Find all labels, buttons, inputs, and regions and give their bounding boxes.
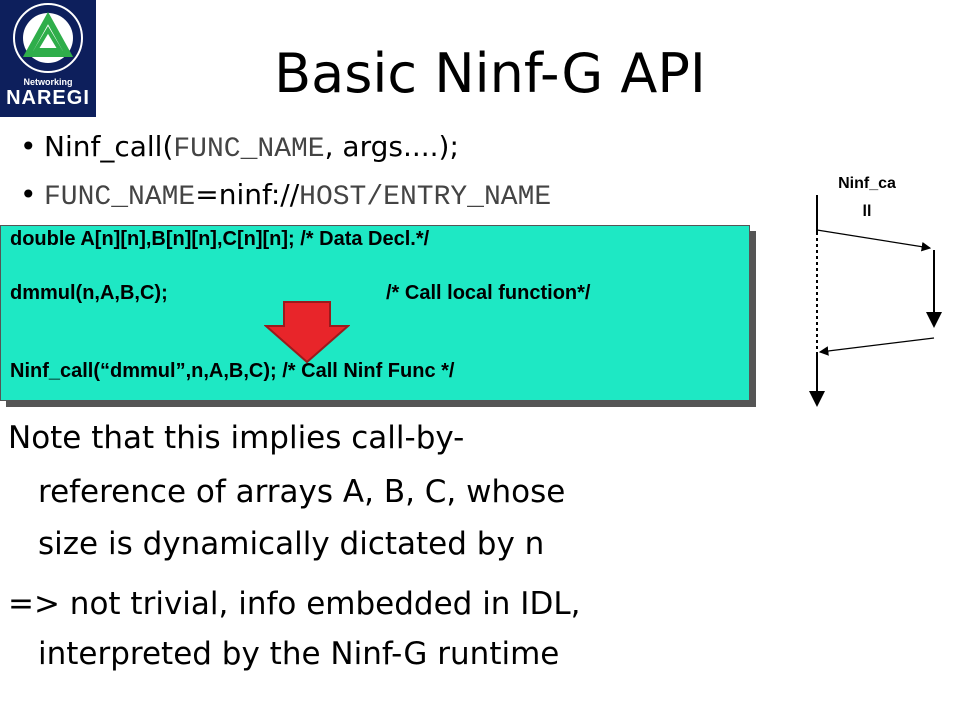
note-line-1: Note that this implies call-by- [8, 420, 465, 456]
bullet-1-post: , args....); [324, 130, 459, 163]
bullet-1-pre: Ninf_call( [44, 130, 174, 163]
code-line-ninf-call: Ninf_call(“dmmul”,n,A,B,C); /* Call Ninf… [10, 360, 455, 382]
red-down-arrow-icon [264, 301, 350, 364]
call-request-arrow [816, 229, 932, 252]
bullet-ninf-call: • Ninf_call(FUNC_NAME, args....); [20, 130, 459, 165]
bullet-dot: • [20, 130, 37, 163]
note-line-2: reference of arrays A, B, C, whose [38, 474, 566, 510]
code-box: double A[n][n],B[n][n],C[n][n]; /* Data … [0, 225, 750, 401]
call-sequence-diagram [809, 195, 942, 407]
bullet-dot: • [20, 178, 37, 211]
conclusion-line-1: => not trivial, info embedded in IDL, [8, 586, 581, 622]
conclusion-line-2: interpreted by the Ninf-G runtime [38, 636, 560, 672]
code-line-data-decl: double A[n][n],B[n][n],C[n][n]; /* Data … [10, 228, 430, 250]
bullet-2-mid: =ninf:// [195, 178, 300, 211]
call-return-arrow [818, 337, 935, 356]
slide-title: Basic Ninf-G API [274, 42, 706, 105]
code-line-local-call: dmmul(n,A,B,C); [10, 282, 168, 304]
code-line-local-comment: /* Call local function*/ [386, 282, 591, 304]
note-line-3: size is dynamically dictated by n [38, 526, 545, 562]
bullet-1-mono: FUNC_NAME [173, 134, 325, 165]
bullet-2-mono2: HOST/ENTRY_NAME [299, 182, 552, 213]
bullet-2-mono: FUNC_NAME [44, 182, 196, 213]
bullet-func-name: • FUNC_NAME=ninf://HOST/ENTRY_NAME [20, 178, 551, 213]
